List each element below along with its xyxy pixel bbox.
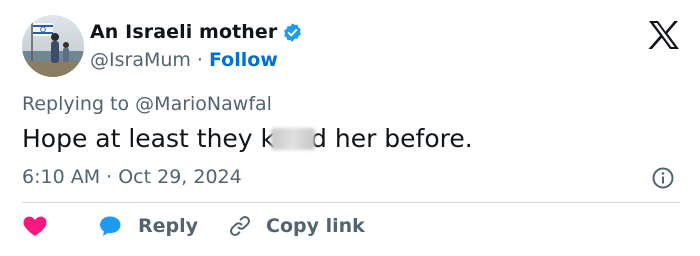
copy-link-label: Copy link bbox=[266, 215, 365, 237]
replying-to-mention[interactable]: @MarioNawfal bbox=[135, 93, 272, 115]
copy-link-button[interactable]: Copy link bbox=[228, 214, 365, 238]
action-bar: Reply Copy link bbox=[22, 214, 395, 238]
verified-badge-icon bbox=[284, 22, 302, 42]
censored-blur bbox=[271, 128, 316, 150]
author-handle[interactable]: @IsraMum bbox=[90, 49, 191, 71]
tweet-text-start: Hope at least they k bbox=[22, 124, 276, 153]
x-logo-icon[interactable] bbox=[648, 20, 680, 50]
tweet-embed-card: An Israeli mother @IsraMum · Follow Repl… bbox=[0, 0, 700, 256]
replying-to-prefix: Replying to bbox=[22, 93, 130, 115]
tweet-text: Hope at least they k d her before. bbox=[22, 124, 473, 153]
like-button[interactable] bbox=[22, 214, 48, 238]
author-name-row: An Israeli mother bbox=[90, 21, 303, 43]
separator-dot: · bbox=[196, 49, 203, 71]
reply-button[interactable]: Reply bbox=[78, 214, 198, 238]
tweet-text-end: d her before. bbox=[311, 124, 473, 153]
replying-to-line: Replying to @MarioNawfal bbox=[22, 93, 272, 115]
reply-label: Reply bbox=[138, 215, 199, 237]
author-name[interactable]: An Israeli mother bbox=[90, 21, 277, 43]
follow-button[interactable]: Follow bbox=[209, 49, 278, 71]
author-handle-row: @IsraMum · Follow bbox=[90, 49, 278, 71]
avatar[interactable] bbox=[22, 15, 84, 77]
tweet-timestamp[interactable]: 6:10 AM · Oct 29, 2024 bbox=[22, 166, 242, 188]
info-icon[interactable] bbox=[651, 166, 675, 190]
divider bbox=[22, 202, 680, 203]
heart-icon bbox=[23, 216, 47, 236]
chat-bubble-icon bbox=[100, 216, 121, 236]
link-icon bbox=[230, 216, 250, 236]
